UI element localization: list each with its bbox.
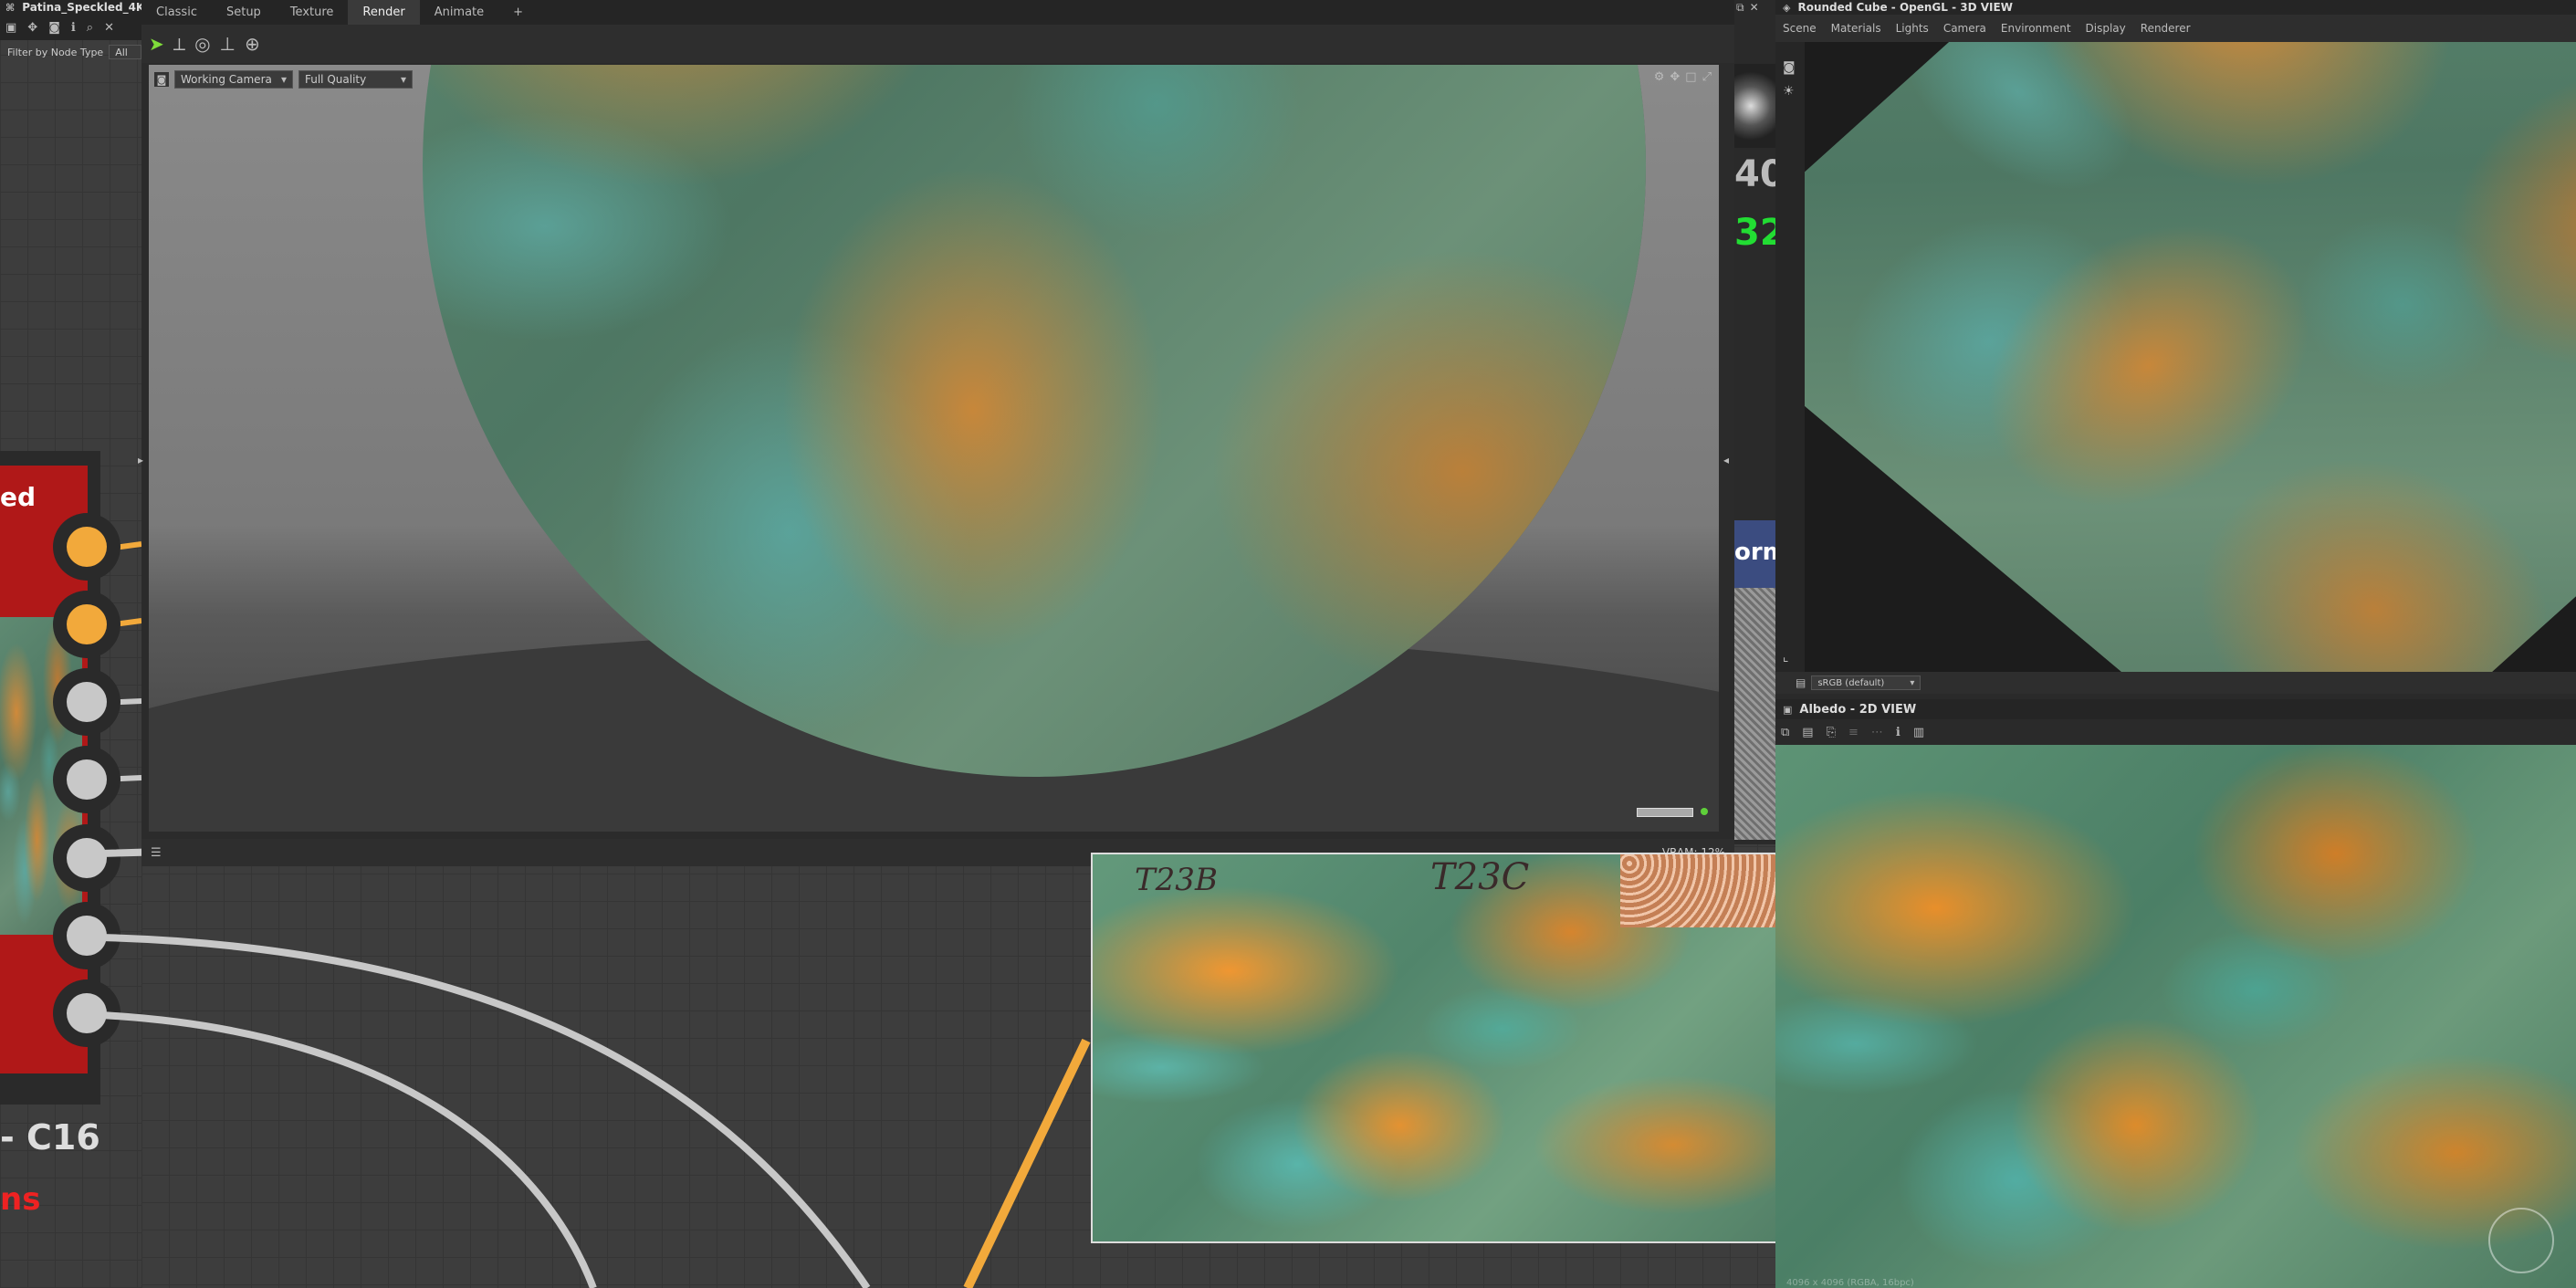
albedo-texture[interactable] [1775, 745, 2576, 1288]
side-strip: ⧉ ✕ 40 32 orm [1734, 0, 1775, 844]
histogram-icon[interactable]: ▥ [1913, 726, 1924, 739]
chevron-down-icon: ▾ [1910, 677, 1915, 688]
chevron-down-icon: ▾ [400, 73, 406, 86]
view2d-panel: ▣ Albedo - 2D VIEW ⧉ ▤ ⎘ ≡ ⋯ ℹ ▥ 4096 x … [1775, 694, 2576, 1288]
translate-gizmo-icon[interactable]: ⟂ [173, 33, 185, 55]
watermark-logo-icon [2488, 1208, 2554, 1273]
scale-gizmo-icon[interactable]: ⊥ [220, 33, 236, 55]
collapse-right-arrow-icon[interactable]: ◂ [1723, 454, 1729, 466]
close-icon[interactable]: ✕ [1750, 1, 1759, 14]
image-icon: ▣ [1783, 703, 1793, 716]
menu-icon[interactable]: ☰ [151, 846, 162, 860]
camera-toggle-icon[interactable]: ◙ [154, 72, 169, 87]
render-viewport[interactable]: ◙ Working Camera ▾ Full Quality ▾ ⚙ ✥ □ ⤢ [149, 65, 1719, 832]
wire-curve-2 [99, 1011, 597, 1288]
wire-curve-1 [99, 934, 871, 1288]
light-icon[interactable]: ☀ [1783, 84, 1795, 99]
view2d-toolbar: ⧉ ▤ ⎘ ≡ ⋯ ℹ ▥ [1775, 719, 2576, 745]
colorspace-select[interactable]: sRGB (default) ▾ [1811, 675, 1922, 690]
view2d-titlebar: ▣ Albedo - 2D VIEW [1775, 699, 2576, 719]
view3d-menubar: Scene Materials Lights Camera Environmen… [1775, 15, 2576, 42]
save-icon[interactable]: ▤ [1802, 726, 1813, 739]
export-icon[interactable]: ⧉ [1781, 726, 1789, 739]
side-thumb-grey [1734, 588, 1775, 840]
camera-icon[interactable]: ◙ [1783, 60, 1796, 75]
render-toolbar: ➤ ⟂ ◎ ⊥ ⊕ [141, 25, 1734, 63]
view3d-titlebar: ◈ Rounded Cube - OpenGL - 3D VIEW [1775, 0, 2576, 15]
expand-icon[interactable]: ⤢ [1702, 70, 1712, 84]
photo-label-2: T23C [1430, 856, 1530, 898]
reference-photo[interactable]: T23B T23C [1091, 853, 1777, 1243]
view3d-viewport[interactable] [1805, 42, 2576, 672]
viewport-controls: ◙ Working Camera ▾ Full Quality ▾ [154, 70, 413, 89]
info-icon[interactable]: ℹ [1896, 726, 1901, 739]
settings-icon[interactable]: ⚙ [1654, 70, 1665, 84]
menu-renderer[interactable]: Renderer [2141, 22, 2191, 35]
view2d-footer: 4096 x 4096 (RGBA, 16bpc) [1786, 1278, 1914, 1288]
view2d-title: Albedo - 2D VIEW [1799, 702, 1917, 717]
menu-camera[interactable]: Camera [1943, 22, 1986, 35]
menu-display[interactable]: Display [2086, 22, 2126, 35]
render-status-dot [1701, 808, 1708, 815]
cube-icon: ◈ [1783, 1, 1791, 14]
wire-orange-diag [963, 1038, 1091, 1288]
select-arrow-icon[interactable]: ➤ [149, 33, 164, 55]
photo-label-1: T23B [1135, 862, 1218, 898]
side-thumb-noise [1734, 64, 1775, 148]
menu-materials[interactable]: Materials [1831, 22, 1881, 35]
uv-icon[interactable]: ⋯ [1871, 726, 1883, 739]
collapse-left-arrow-icon[interactable]: ▸ [138, 454, 143, 466]
side-strip-window-controls: ⧉ ✕ [1734, 0, 1775, 15]
restore-icon[interactable]: ⧉ [1736, 1, 1744, 15]
render-panel: ➤ ⟂ ◎ ⊥ ⊕ ◙ Working Camera ▾ Full Quality… [138, 25, 1734, 866]
quality-select[interactable]: Full Quality ▾ [298, 70, 413, 89]
corner-icon[interactable]: ⌞ [1783, 650, 1789, 665]
view3d-side-toolbar: ◙ ☀ ⌞ [1775, 42, 1805, 672]
channels-icon[interactable]: ≡ [1848, 726, 1859, 739]
copy-icon[interactable]: ⎘ [1827, 726, 1836, 739]
quality-value: Full Quality [305, 73, 367, 86]
chevron-down-icon: ▾ [280, 73, 287, 86]
side-word: orm [1734, 539, 1775, 566]
rounded-cube [1805, 42, 2576, 672]
viewport-right-icons: ⚙ ✥ □ ⤢ [1654, 70, 1712, 84]
camera-select[interactable]: Working Camera ▾ [174, 70, 293, 89]
move-icon[interactable]: ✥ [1670, 70, 1680, 84]
colorspace-value: sRGB (default) [1817, 677, 1885, 688]
view3d-panel: ◈ Rounded Cube - OpenGL - 3D VIEW Scene … [1775, 0, 2576, 694]
menu-scene[interactable]: Scene [1783, 22, 1817, 35]
layers-icon: ▤ [1796, 676, 1806, 689]
frame-icon[interactable]: □ [1685, 70, 1696, 84]
rotate-gizmo-icon[interactable]: ◎ [194, 33, 210, 55]
world-gizmo-icon[interactable]: ⊕ [245, 33, 260, 55]
camera-value: Working Camera [181, 73, 272, 86]
menu-environment[interactable]: Environment [2001, 22, 2071, 35]
side-number-1: 40 [1734, 153, 1775, 195]
photo-corner-pattern [1620, 854, 1775, 927]
menu-lights[interactable]: Lights [1896, 22, 1929, 35]
view3d-statusbar: ▤ sRGB (default) ▾ [1775, 672, 2576, 694]
view3d-title: Rounded Cube - OpenGL - 3D VIEW [1797, 1, 2013, 14]
render-progress-bar [1637, 808, 1693, 817]
side-number-2: 32 [1734, 212, 1775, 254]
